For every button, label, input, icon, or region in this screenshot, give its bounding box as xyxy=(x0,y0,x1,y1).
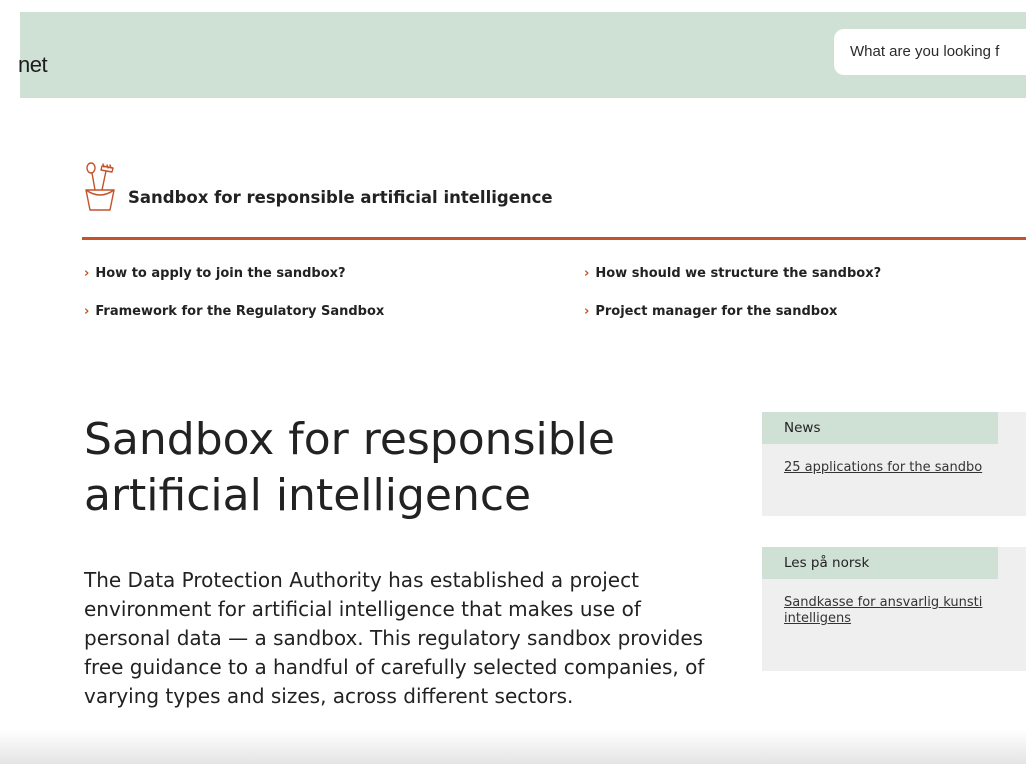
news-box: News 25 applications for the sandbo xyxy=(762,412,1026,516)
quick-link-apply[interactable]: › How to apply to join the sandbox? xyxy=(84,266,346,281)
bottom-fade xyxy=(0,730,1026,764)
norwegian-box: Les på norsk Sandkasse for ansvarlig kun… xyxy=(762,547,1026,671)
news-link[interactable]: 25 applications for the sandbo xyxy=(784,460,1026,476)
chevron-right-icon: › xyxy=(84,304,90,319)
news-tag: News xyxy=(762,412,998,444)
section-title[interactable]: Sandbox for responsible artificial intel… xyxy=(128,188,553,207)
quick-link-structure[interactable]: › How should we structure the sandbox? xyxy=(584,266,881,281)
page-title: Sandbox for responsible artificial intel… xyxy=(84,414,615,521)
quick-link-framework[interactable]: › Framework for the Regulatory Sandbox xyxy=(84,304,384,319)
chevron-right-icon: › xyxy=(84,266,90,281)
norwegian-tag: Les på norsk xyxy=(762,547,998,579)
section-divider xyxy=(82,237,1026,240)
sandbox-bucket-icon xyxy=(85,162,115,211)
lead-paragraph: The Data Protection Authority has establ… xyxy=(84,568,705,708)
site-header: net What are you looking f xyxy=(18,12,1026,98)
quick-link-project-manager[interactable]: › Project manager for the sandbox xyxy=(584,304,837,319)
norwegian-link[interactable]: Sandkasse for ansvarlig kunsti intellige… xyxy=(784,595,1026,627)
site-logo[interactable]: net xyxy=(18,52,48,78)
chevron-right-icon: › xyxy=(584,304,590,319)
search-input[interactable]: What are you looking f xyxy=(834,29,1026,75)
section-header: Sandbox for responsible artificial intel… xyxy=(82,160,1026,240)
chevron-right-icon: › xyxy=(584,266,590,281)
